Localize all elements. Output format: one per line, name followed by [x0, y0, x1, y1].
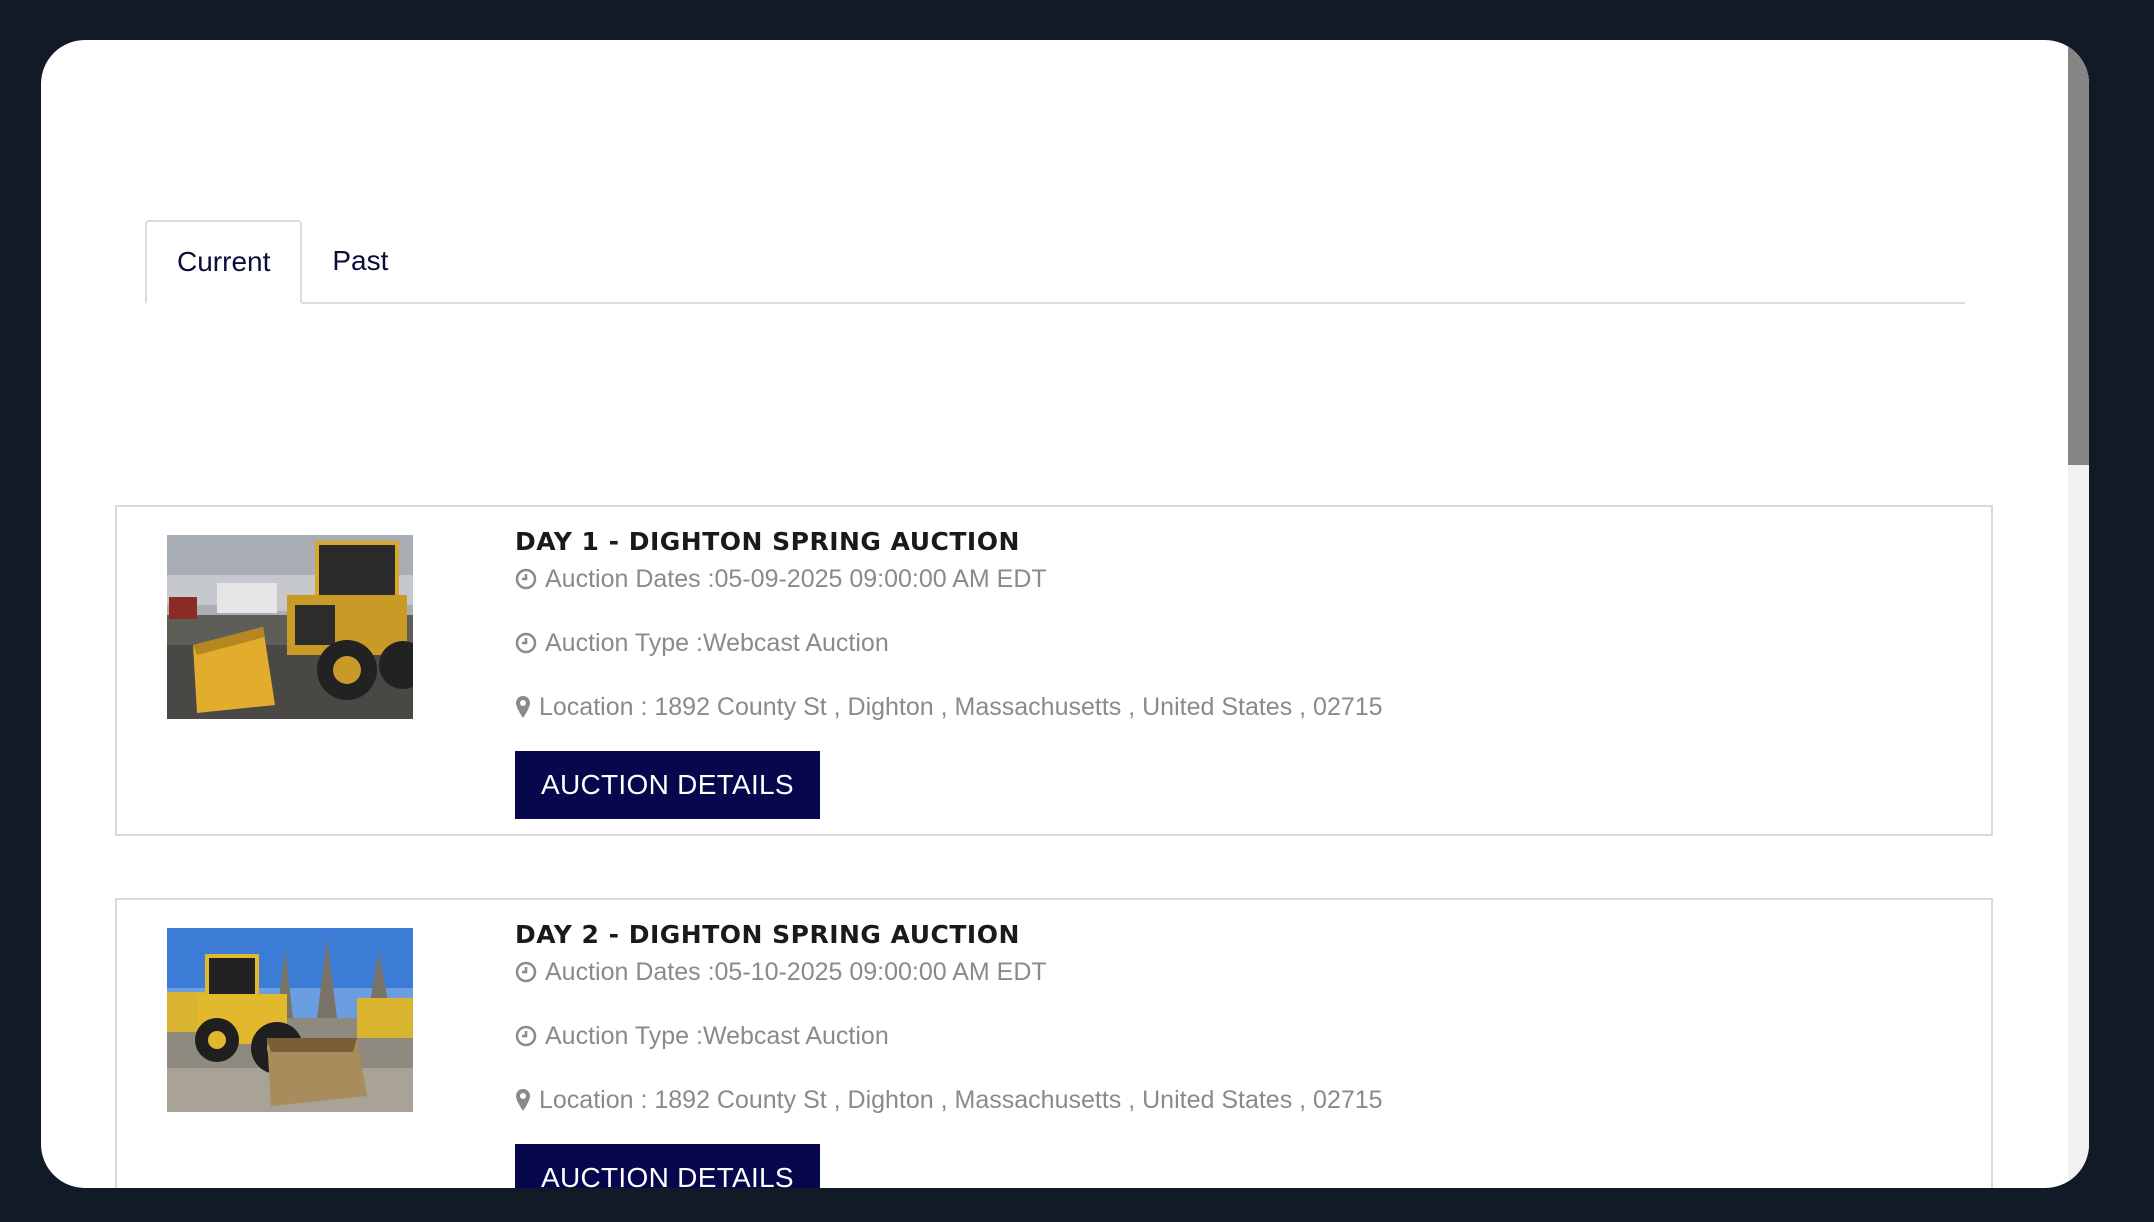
clock-icon — [515, 568, 537, 590]
auction-type: Auction Type :Webcast Auction — [515, 1018, 1971, 1054]
clock-icon — [515, 961, 537, 983]
auction-image[interactable] — [167, 535, 413, 719]
auction-type-text: Auction Type :Webcast Auction — [545, 1021, 889, 1050]
auction-dates: Auction Dates :05-09-2025 09:00:00 AM ED… — [515, 561, 1971, 597]
auction-location: Location : 1892 County St , Dighton , Ma… — [515, 1082, 1971, 1118]
auction-dates-text: Auction Dates :05-09-2025 09:00:00 AM ED… — [545, 564, 1047, 593]
auction-card: DAY 2 - DIGHTON SPRING AUCTION Auction D… — [115, 898, 1993, 1188]
auction-location-text: Location : 1892 County St , Dighton , Ma… — [539, 1085, 1383, 1114]
auction-type-text: Auction Type :Webcast Auction — [545, 628, 889, 657]
auction-details-button[interactable]: AUCTION DETAILS — [515, 1144, 820, 1188]
tab-current[interactable]: Current — [145, 220, 303, 304]
auction-location-text: Location : 1892 County St , Dighton , Ma… — [539, 692, 1383, 721]
auction-details-button[interactable]: AUCTION DETAILS — [515, 751, 820, 819]
auction-dates-text: Auction Dates :05-10-2025 09:00:00 AM ED… — [545, 957, 1047, 986]
auction-location: Location : 1892 County St , Dighton , Ma… — [515, 689, 1971, 725]
clock-icon — [515, 632, 537, 654]
auction-title[interactable]: DAY 1 - DIGHTON SPRING AUCTION — [515, 525, 1971, 559]
auction-title[interactable]: DAY 2 - DIGHTON SPRING AUCTION — [515, 918, 1971, 952]
tab-past[interactable]: Past — [302, 220, 418, 302]
map-marker-icon — [515, 1089, 531, 1111]
auction-card: DAY 1 - DIGHTON SPRING AUCTION Auction D… — [115, 505, 1993, 836]
auction-image[interactable] — [167, 928, 413, 1112]
clock-icon — [515, 1025, 537, 1047]
auction-tabs: Current Past — [145, 220, 1965, 304]
vertical-scrollbar[interactable] — [2068, 40, 2089, 1188]
browser-window: Current Past DAY 1 - DIGHTON SPRING AUCT… — [41, 40, 2089, 1188]
auction-dates: Auction Dates :05-10-2025 09:00:00 AM ED… — [515, 954, 1971, 990]
scrollbar-thumb[interactable] — [2068, 40, 2089, 465]
map-marker-icon — [515, 696, 531, 718]
auction-type: Auction Type :Webcast Auction — [515, 625, 1971, 661]
